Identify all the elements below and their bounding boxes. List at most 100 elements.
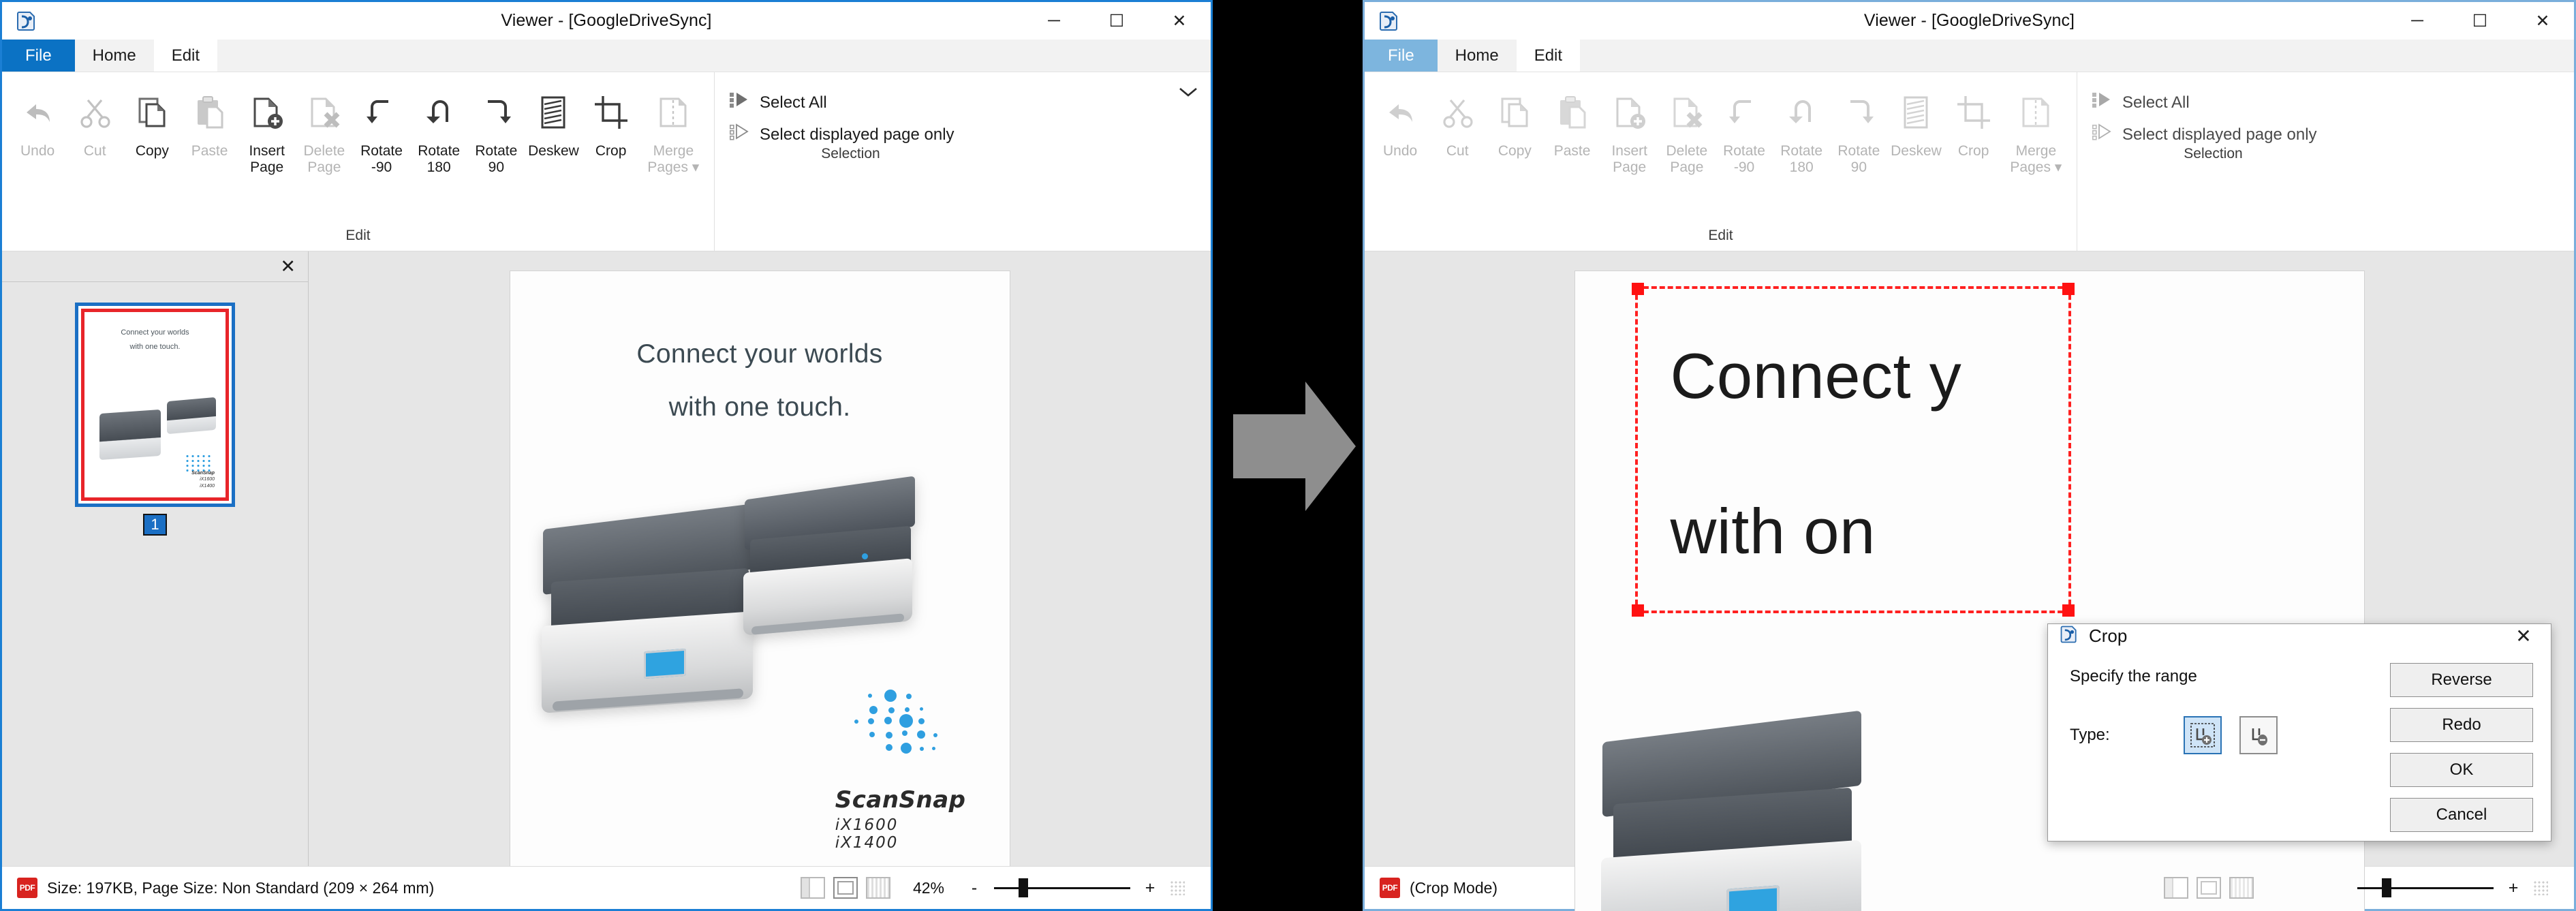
zoom-slider-left[interactable] xyxy=(994,878,1130,898)
content-area-left: ✕ Connect your worlds with one touch. Sca… xyxy=(2,251,1211,866)
zoom-in-button-right[interactable]: + xyxy=(2506,878,2521,898)
document-page: Connect your worlds with one touch. Scan… xyxy=(509,271,1010,866)
view-mode-buttons-right xyxy=(2164,877,2254,899)
paste-icon xyxy=(191,87,229,138)
tab-edit-left[interactable]: Edit xyxy=(153,40,218,72)
crop-type-label: Type: xyxy=(2070,726,2110,744)
crop-dialog-app-icon xyxy=(2059,624,2079,648)
chevron-down-icon[interactable] xyxy=(1178,82,1198,103)
scansnap-dot-logo xyxy=(849,687,951,769)
zoom-slider-right[interactable] xyxy=(2357,878,2494,898)
thumbnail-view-icon[interactable] xyxy=(801,877,825,899)
tab-file-right[interactable]: File xyxy=(1365,40,1438,72)
deskew-icon xyxy=(534,87,572,138)
tab-file-left[interactable]: File xyxy=(2,40,75,72)
edit-group-buttons-left: Undo Cut Copy Paste Insert Page Delete P… xyxy=(2,79,714,228)
rotate-left-icon xyxy=(1725,87,1763,138)
thumbnail-image: Connect your worlds with one touch. ScanS… xyxy=(81,309,229,501)
tab-home-left[interactable]: Home xyxy=(75,40,154,72)
paste-button-right[interactable]: Paste xyxy=(1543,79,1600,181)
select-displayed-page-button-left[interactable]: Select displayed page only xyxy=(730,123,972,146)
merge-pages-icon xyxy=(654,87,692,138)
delete-page-button-right[interactable]: Delete Page xyxy=(1658,79,1716,181)
rotate-180-button-right[interactable]: Rotate 180 xyxy=(1773,79,1830,181)
ok-button[interactable]: OK xyxy=(2390,753,2533,787)
view-mode-buttons-left xyxy=(801,877,890,899)
titlebar-right: Viewer - [GoogleDriveSync] ─ ☐ ✕ xyxy=(1365,2,2574,40)
crop-handle-bottom-right[interactable] xyxy=(2062,604,2075,617)
undo-button-right[interactable]: Undo xyxy=(1371,79,1429,181)
undo-button-left[interactable]: Undo xyxy=(9,79,66,181)
merge-pages-button-right[interactable]: Merge Pages ▾ xyxy=(2002,79,2070,181)
ribbon-right: Undo Cut Copy Paste Insert Page Delete P… xyxy=(1365,72,2574,251)
crop-dialog-close-button[interactable]: ✕ xyxy=(2502,624,2545,648)
single-page-view-icon-right[interactable] xyxy=(2197,877,2221,899)
insert-page-button-left[interactable]: Insert Page xyxy=(238,79,296,181)
thumbnail-view-icon-right[interactable] xyxy=(2164,877,2188,899)
tab-edit-right[interactable]: Edit xyxy=(1516,40,1581,72)
rotate-90-button-left[interactable]: Rotate 90 xyxy=(467,79,525,181)
rotate-90-button-right[interactable]: Rotate 90 xyxy=(1830,79,1887,181)
crop-button-right[interactable]: Crop xyxy=(1945,79,2002,181)
crop-handle-bottom-left[interactable] xyxy=(1631,604,1644,617)
insert-page-button-right[interactable]: Insert Page xyxy=(1601,79,1658,181)
crop-dialog-left: Specify the range Type: xyxy=(2070,658,2390,832)
crop-remove-region-button[interactable] xyxy=(2239,716,2278,754)
document-pane-left[interactable]: Connect your worlds with one touch. Scan… xyxy=(309,251,1211,866)
paste-button-left[interactable]: Paste xyxy=(181,79,238,181)
zoom-slider-knob-right[interactable] xyxy=(2382,878,2391,897)
rotate-180-button-left[interactable]: Rotate 180 xyxy=(410,79,467,181)
continuous-view-icon-right[interactable] xyxy=(2229,877,2254,899)
deskew-icon xyxy=(1897,87,1935,138)
delete-page-label: Delete Page xyxy=(1666,143,1708,176)
rotate-minus90-label: Rotate -90 xyxy=(360,143,403,176)
select-displayed-page-button-right[interactable]: Select displayed page only xyxy=(2092,123,2334,146)
rotate-90-label: Rotate 90 xyxy=(475,143,518,176)
resize-grip-right[interactable] xyxy=(2533,880,2548,895)
rotate-minus90-button-left[interactable]: Rotate -90 xyxy=(353,79,410,181)
copy-button-right[interactable]: Copy xyxy=(1486,79,1543,181)
rotate-90-label: Rotate 90 xyxy=(1837,143,1880,176)
page-headline: Connect your worlds with one touch. xyxy=(510,271,1010,422)
statusbar-left: PDF Size: 197KB, Page Size: Non Standard… xyxy=(2,866,1211,909)
rotate-right-icon xyxy=(1840,87,1878,138)
deskew-button-right[interactable]: Deskew xyxy=(1887,79,1944,181)
rotate-minus90-button-right[interactable]: Rotate -90 xyxy=(1716,79,1773,181)
undo-label: Undo xyxy=(20,143,55,159)
continuous-view-icon[interactable] xyxy=(866,877,890,899)
tab-home-right[interactable]: Home xyxy=(1438,40,1517,72)
copy-button-left[interactable]: Copy xyxy=(123,79,181,181)
single-page-view-icon[interactable] xyxy=(833,877,858,899)
resize-grip-left[interactable] xyxy=(1170,880,1185,895)
crop-add-region-button[interactable] xyxy=(2183,716,2222,754)
crop-handle-top-left[interactable] xyxy=(1631,283,1644,295)
ribbon-group-edit-right: Undo Cut Copy Paste Insert Page Delete P… xyxy=(1365,72,2077,251)
select-all-button-right[interactable]: Select All xyxy=(2092,91,2334,114)
thumbnail-page-1[interactable]: Connect your worlds with one touch. ScanS… xyxy=(75,303,235,507)
close-icon[interactable]: ✕ xyxy=(280,256,296,277)
paste-icon xyxy=(1553,87,1592,138)
select-all-button-left[interactable]: Select All xyxy=(730,91,972,114)
insert-page-label: Insert Page xyxy=(1611,143,1647,176)
redo-button[interactable]: Redo xyxy=(2390,708,2533,742)
cut-button-right[interactable]: Cut xyxy=(1429,79,1486,181)
copy-icon xyxy=(1495,87,1534,138)
pdf-icon-right: PDF xyxy=(1380,878,1400,898)
merge-pages-button-left[interactable]: Merge Pages ▾ xyxy=(640,79,707,181)
paste-label: Paste xyxy=(191,143,228,159)
select-displayed-page-icon xyxy=(2092,123,2113,146)
crop-button-left[interactable]: Crop xyxy=(583,79,640,181)
cancel-button[interactable]: Cancel xyxy=(2390,798,2533,832)
delete-page-button-left[interactable]: Delete Page xyxy=(296,79,353,181)
deskew-button-left[interactable]: Deskew xyxy=(525,79,582,181)
ribbon-tabs-right: File Home Edit xyxy=(1365,40,2574,72)
zoom-slider-knob[interactable] xyxy=(1019,878,1028,897)
reverse-button[interactable]: Reverse xyxy=(2390,663,2533,697)
crop-label: Crop xyxy=(1957,143,1989,159)
merge-pages-label: Merge Pages ▾ xyxy=(2010,143,2062,176)
process-arrow xyxy=(1233,382,1356,511)
crop-handle-top-right[interactable] xyxy=(2062,283,2075,295)
zoom-in-button-left[interactable]: + xyxy=(1143,878,1158,898)
cut-button-left[interactable]: Cut xyxy=(66,79,123,181)
zoom-out-button-left[interactable]: - xyxy=(967,878,982,898)
